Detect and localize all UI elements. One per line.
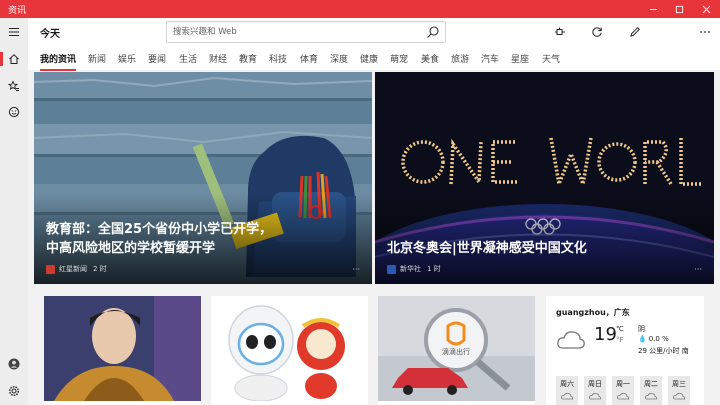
forecast-day[interactable]: 周日	[584, 376, 606, 405]
settings-button[interactable]	[0, 378, 28, 404]
cloud-icon	[557, 331, 585, 349]
favorites-icon	[8, 80, 19, 91]
nav-favorites-button[interactable]	[0, 73, 28, 99]
hero-headline-line1: 教育部：全国25个省份中小学已开学，	[46, 222, 273, 237]
hero-card-olympics[interactable]: 北京冬奥会|世界凝神感受中国文化 新华社 1 时 ···	[375, 72, 714, 284]
weather-widget[interactable]: guangzhou，广东 19 ℃ °F 阴 💧 0.0 % 29 公里/小时 南…	[546, 296, 704, 405]
forecast-day[interactable]: 周六	[556, 376, 578, 405]
profile-icon	[8, 358, 20, 370]
nav-emoji-button[interactable]	[0, 99, 28, 125]
nav-home-button[interactable]	[0, 46, 28, 72]
weather-temperature: 19	[594, 324, 617, 345]
source-name: 新华社	[400, 265, 421, 273]
weather-location: guangzhou，广东	[556, 308, 630, 317]
search-input[interactable]	[173, 25, 413, 39]
hamburger-menu-button[interactable]	[0, 19, 28, 45]
card-more-button[interactable]: ···	[352, 265, 360, 274]
celsius-toggle[interactable]: ℃	[616, 325, 624, 333]
minimize-button[interactable]	[640, 0, 666, 18]
left-nav-rail	[0, 18, 28, 405]
window-title: 资讯	[8, 6, 27, 16]
mascots-image	[211, 296, 368, 401]
news-card-mascots[interactable]	[211, 296, 368, 405]
fahrenheit-toggle[interactable]: °F	[616, 336, 624, 344]
tab-depth[interactable]: 深度	[330, 52, 348, 65]
publish-time: 1 时	[427, 265, 441, 273]
pin-button[interactable]	[551, 23, 569, 41]
didi-image: 滴滴出行	[378, 296, 535, 401]
card-more-button[interactable]: ···	[694, 265, 702, 274]
publish-time: 2 时	[93, 265, 107, 273]
water-drop-icon: 💧	[638, 335, 647, 343]
news-card-actor[interactable]	[44, 296, 201, 405]
tab-health[interactable]: 健康	[360, 52, 378, 65]
tab-auto[interactable]: 汽车	[481, 52, 499, 65]
more-icon	[700, 31, 710, 33]
tab-pets[interactable]: 萌宠	[390, 52, 408, 65]
source-name: 红星新闻	[59, 265, 87, 273]
weather-wind: 29 公里/小时 南	[638, 347, 689, 355]
pin-icon	[555, 27, 565, 35]
weather-condition: 阴	[638, 325, 645, 333]
close-button[interactable]	[693, 0, 719, 18]
emoji-icon	[8, 106, 20, 118]
tab-life[interactable]: 生活	[179, 52, 197, 65]
hero-meta: 红星新闻 2 时	[46, 264, 107, 274]
refresh-button[interactable]	[588, 23, 606, 41]
tab-travel[interactable]: 旅游	[451, 52, 469, 65]
cloud-icon	[645, 393, 657, 400]
tab-finance[interactable]: 财经	[209, 52, 227, 65]
cloud-icon	[673, 393, 685, 400]
actor-photo	[44, 296, 201, 401]
source-logo	[46, 264, 55, 274]
search-box[interactable]	[166, 21, 446, 43]
hamburger-icon	[9, 27, 19, 37]
page-title: 今天	[40, 29, 60, 40]
cloud-icon	[617, 393, 629, 400]
forecast-day[interactable]: 周二	[640, 376, 662, 405]
tab-sports[interactable]: 体育	[300, 52, 318, 65]
hero-headline: 北京冬奥会|世界凝神感受中国文化	[387, 239, 702, 258]
refresh-icon	[592, 27, 602, 37]
forecast-day[interactable]: 周一	[612, 376, 634, 405]
tab-weather[interactable]: 天气	[542, 52, 560, 65]
dark-mode-button[interactable]	[664, 23, 682, 41]
hero-headline: 教育部：全国25个省份中小学已开学， 中高风险地区的学校暂缓开学	[46, 220, 360, 258]
didi-brand-text: 滴滴出行	[442, 347, 470, 356]
tab-horoscope[interactable]: 星座	[511, 52, 529, 65]
tab-education[interactable]: 教育	[239, 52, 257, 65]
tab-headlines[interactable]: 要闻	[148, 52, 166, 65]
tab-my-news[interactable]: 我的资讯	[40, 52, 77, 71]
dark-mode-icon	[668, 27, 674, 37]
hero-card-education[interactable]: 教育部：全国25个省份中小学已开学， 中高风险地区的学校暂缓开学 红星新闻 2 …	[34, 72, 372, 284]
tab-food[interactable]: 美食	[421, 52, 439, 65]
maximize-button[interactable]	[666, 0, 692, 18]
category-tabs: 我的资讯 新闻 娱乐 要闻 生活 财经 教育 科技 体育 深度 健康 萌宠 美食…	[28, 46, 720, 71]
cloud-icon	[589, 393, 601, 400]
hero-headline-line2: 中高风险地区的学校暂缓开学	[46, 241, 216, 256]
cloud-icon	[561, 393, 573, 400]
home-icon	[9, 54, 19, 64]
title-bar: 资讯	[0, 0, 720, 18]
forecast-day[interactable]: 周三	[668, 376, 690, 405]
hero-headline-line1: 北京冬奥会|世界凝神感受中国文化	[387, 241, 587, 256]
news-card-didi[interactable]: 滴滴出行	[378, 296, 535, 405]
tab-entertainment[interactable]: 娱乐	[118, 52, 136, 65]
search-icon[interactable]	[426, 25, 440, 39]
tab-news[interactable]: 新闻	[88, 52, 106, 65]
header-bar: 今天	[28, 18, 720, 46]
settings-icon	[8, 385, 20, 397]
more-options-button[interactable]	[696, 23, 714, 41]
profile-button[interactable]	[0, 351, 28, 377]
weather-precipitation: 💧 0.0 %	[638, 335, 669, 343]
source-logo	[387, 264, 396, 274]
tab-tech[interactable]: 科技	[269, 52, 287, 65]
edit-button[interactable]	[626, 23, 644, 41]
hero-meta: 新华社 1 时	[387, 264, 441, 274]
edit-icon	[630, 26, 641, 37]
